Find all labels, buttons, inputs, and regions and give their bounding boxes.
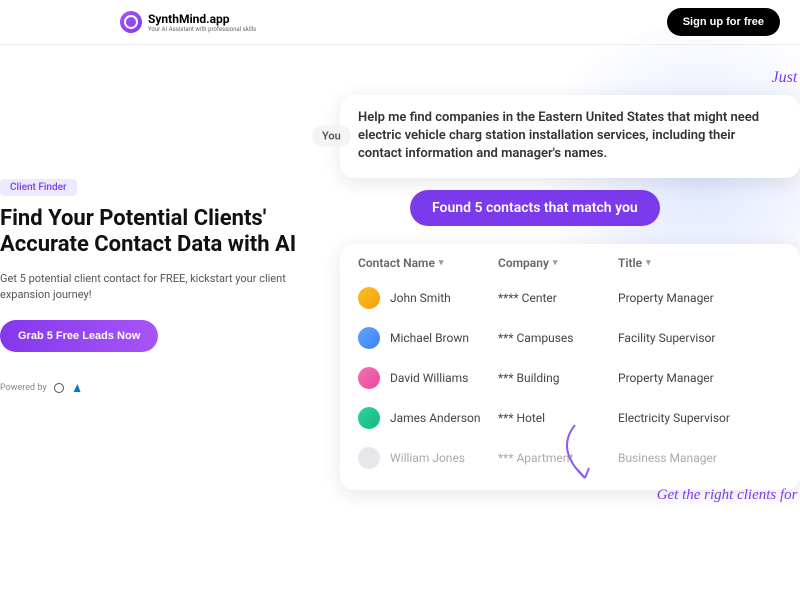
cell-name: Michael Brown	[390, 331, 498, 345]
demo-panel: Just Ch You Help me find companies in th…	[320, 65, 800, 490]
user-message-text: Help me find companies in the Eastern Un…	[358, 109, 782, 164]
column-title[interactable]: Title▾	[618, 256, 782, 270]
handwriting-bottom: Get the right clients for your b	[657, 487, 800, 504]
cell-company: *** Building	[498, 371, 618, 385]
logo[interactable]: SynthMind.app Your AI Assistant with pro…	[120, 11, 256, 33]
cell-name: William Jones	[390, 451, 498, 465]
signup-button[interactable]: Sign up for free	[667, 8, 780, 36]
column-company[interactable]: Company▾	[498, 256, 618, 270]
product-badge: Client Finder	[0, 179, 77, 196]
table-row: James Anderson *** Hotel Electricity Sup…	[358, 398, 782, 438]
cell-company: *** Hotel	[498, 411, 618, 425]
cell-title: Property Manager	[618, 291, 782, 305]
ai-response-bubble: Found 5 contacts that match you	[410, 190, 660, 226]
table-row: Michael Brown *** Campuses Facility Supe…	[358, 318, 782, 358]
brand-tagline: Your AI Assistant with professional skil…	[148, 26, 256, 33]
openai-icon	[53, 382, 65, 394]
table-row: William Jones *** Apartment Business Man…	[358, 438, 782, 478]
avatar	[358, 367, 380, 389]
user-message-bubble: You Help me find companies in the Easter…	[340, 95, 800, 178]
avatar	[358, 447, 380, 469]
cell-name: David Williams	[390, 371, 498, 385]
cell-company: *** Apartment	[498, 451, 618, 465]
header: SynthMind.app Your AI Assistant with pro…	[0, 0, 800, 45]
chevron-down-icon: ▾	[646, 258, 651, 268]
powered-by: Powered by	[0, 382, 300, 394]
cell-title: Facility Supervisor	[618, 331, 782, 345]
cell-name: James Anderson	[390, 411, 498, 425]
powered-label: Powered by	[0, 383, 47, 393]
logo-icon	[120, 11, 142, 33]
hero-section: Client Finder Find Your Potential Client…	[0, 45, 300, 603]
chevron-down-icon: ▾	[439, 258, 444, 268]
table-row: John Smith **** Center Property Manager	[358, 278, 782, 318]
cell-title: Property Manager	[618, 371, 782, 385]
subtext: Get 5 potential client contact for FREE,…	[0, 271, 300, 304]
cell-company: *** Campuses	[498, 331, 618, 345]
brand-name: SynthMind.app	[148, 12, 256, 26]
handwriting-top: Just Ch	[772, 69, 800, 87]
cta-button[interactable]: Grab 5 Free Leads Now	[0, 320, 158, 352]
avatar	[358, 407, 380, 429]
avatar	[358, 287, 380, 309]
you-badge: You	[312, 126, 351, 147]
table-header: Contact Name▾ Company▾ Title▾	[358, 256, 782, 278]
results-table: Contact Name▾ Company▾ Title▾ John Smith…	[340, 244, 800, 490]
cell-title: Electricity Supervisor	[618, 411, 782, 425]
table-row: David Williams *** Building Property Man…	[358, 358, 782, 398]
column-contact-name[interactable]: Contact Name▾	[358, 256, 498, 270]
main: Client Finder Find Your Potential Client…	[0, 45, 800, 603]
azure-icon	[71, 382, 83, 394]
cell-title: Business Manager	[618, 451, 782, 465]
cell-company: **** Center	[498, 291, 618, 305]
cell-name: John Smith	[390, 291, 498, 305]
avatar	[358, 327, 380, 349]
headline: Find Your Potential Clients' Accurate Co…	[0, 206, 300, 259]
chevron-down-icon: ▾	[553, 258, 558, 268]
